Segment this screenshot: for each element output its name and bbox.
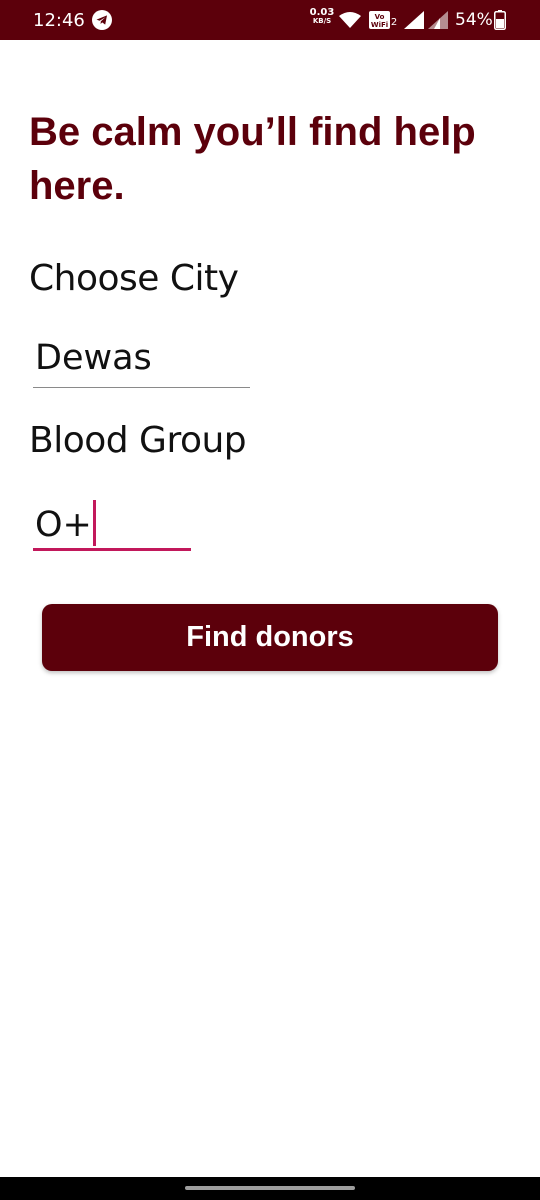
status-bar: 12:46 0.03 KB/S Vo WiFi 2 54% [0, 0, 540, 40]
svg-text:Vo: Vo [375, 13, 385, 21]
blood-group-input[interactable]: O+ [33, 500, 191, 551]
battery-percent: 54% [455, 10, 493, 30]
page-headline: Be calm you’ll find help here. [29, 110, 476, 208]
navigation-bar [0, 1177, 540, 1200]
network-speed-unit: KB/S [312, 17, 332, 25]
find-donors-button[interactable]: Find donors [42, 604, 498, 671]
vowifi-badge: Vo WiFi 2 [369, 11, 397, 29]
city-input-value: Dewas [35, 338, 152, 378]
signal-icon [428, 11, 448, 29]
city-input[interactable]: Dewas [33, 338, 250, 388]
battery-icon [494, 10, 506, 30]
svg-text:2: 2 [391, 17, 397, 28]
network-speed: 0.03 KB/S [309, 7, 335, 26]
blood-group-input-value: O+ [35, 505, 92, 545]
wifi-icon [339, 12, 361, 28]
text-cursor [92, 500, 96, 546]
blood-group-label: Blood Group [29, 420, 247, 461]
signal-icon [404, 11, 424, 29]
choose-city-label: Choose City [29, 258, 239, 299]
home-indicator[interactable] [185, 1186, 355, 1190]
network-speed-value: 0.03 [309, 7, 335, 18]
status-time: 12:46 [33, 10, 85, 31]
svg-text:WiFi: WiFi [371, 21, 388, 29]
telegram-icon [92, 10, 112, 30]
